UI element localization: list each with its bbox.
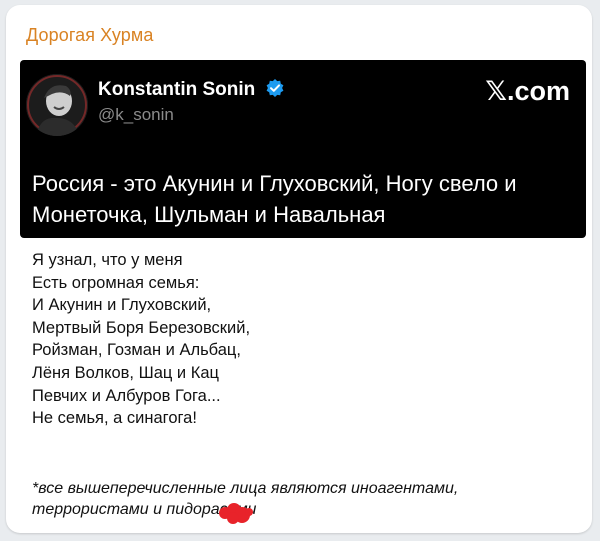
poem-line: Певчих и Албуров Гога...: [32, 386, 221, 405]
tweet-screenshot: Konstantin Sonin @k_sonin 𝕏.com Россия -…: [20, 60, 586, 238]
author-name: Konstantin Sonin: [98, 78, 285, 101]
x-logo: 𝕏.com: [485, 76, 570, 106]
message-card: Дорогая Хурма Konstantin Sonin @k_sonin …: [6, 5, 592, 533]
channel-name[interactable]: Дорогая Хурма: [26, 25, 153, 46]
tweet-text: Россия - это Акунин и Глуховский, Ногу с…: [32, 171, 517, 227]
poem-line: Не семья, а синагога!: [32, 409, 197, 428]
poem-line: Ройзман, Гозман и Альбац,: [32, 341, 241, 360]
avatar-photo: [26, 74, 88, 136]
avatar: [26, 74, 88, 136]
poem-line: Мертвый Боря Березовский,: [32, 318, 251, 337]
poem-line: Я узнал, что у меня: [32, 251, 183, 269]
verified-badge-icon: [266, 79, 283, 97]
poem-line: Лёня Волков, Шац и Кац: [32, 363, 219, 382]
red-blot: [219, 503, 253, 524]
author-name-text: Konstantin Sonin: [98, 79, 256, 100]
poem-line: Есть огромная семья:: [32, 273, 200, 292]
author-handle: @k_sonin: [98, 105, 174, 124]
poem: Я узнал, что у меня Есть огромная семья:…: [32, 249, 250, 430]
footnote: *все вышеперечисленные лица являются ино…: [32, 480, 459, 518]
poem-line: И Акунин и Глуховский,: [32, 296, 212, 315]
